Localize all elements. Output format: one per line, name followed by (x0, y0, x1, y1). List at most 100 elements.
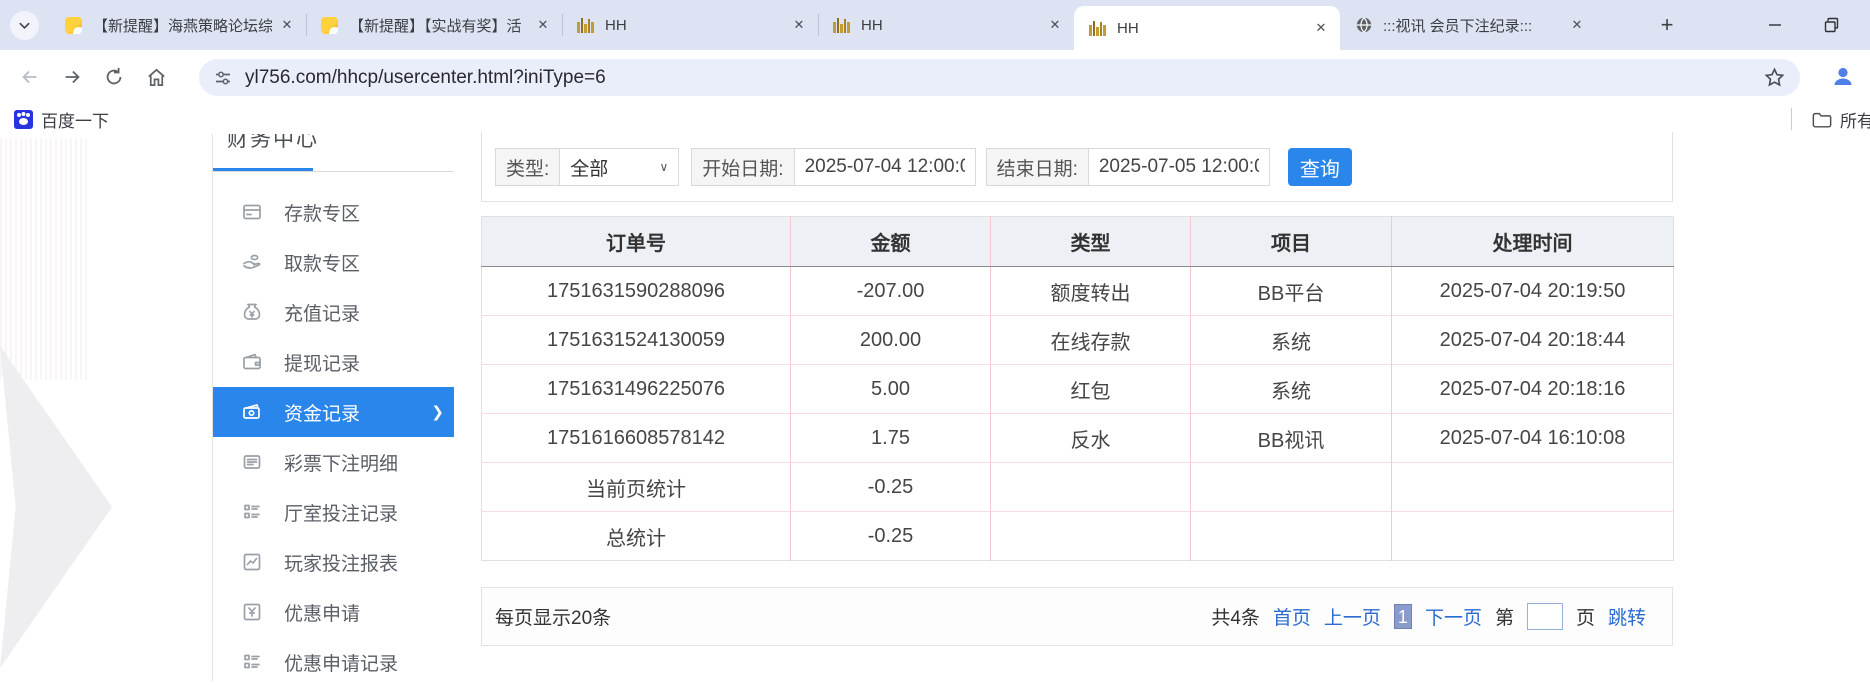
browser-tab[interactable]: HH✕ (562, 0, 818, 50)
sidebar-item-label: 厅室投注记录 (284, 499, 398, 526)
tab-strip: 【新提醒】海燕策略论坛综✕【新提醒】【实战有奖】活✕HH✕HH✕HH✕:::视讯… (50, 0, 1596, 50)
forward-button[interactable] (58, 63, 86, 91)
tab-title: HH (861, 17, 1040, 34)
table-cell (991, 512, 1191, 561)
table-cell: 系统 (1191, 365, 1392, 414)
jump-link[interactable]: 跳转 (1608, 603, 1646, 630)
sidebar-item[interactable]: 取款专区 (213, 237, 454, 287)
start-date-label: 开始日期: (691, 148, 794, 186)
forum-favicon (64, 16, 83, 35)
tab-close-button[interactable]: ✕ (1312, 19, 1330, 37)
bookmarks-bar: 百度一下 所有 (0, 104, 1870, 134)
per-page-label: 每页显示20条 (495, 603, 611, 630)
home-icon (145, 66, 168, 89)
bookmark-label: 百度一下 (41, 107, 109, 132)
table-cell (1392, 512, 1674, 561)
next-page-link[interactable]: 下一页 (1425, 603, 1482, 630)
table-cell: 2025-07-04 20:19:50 (1392, 267, 1674, 316)
hh-favicon (1088, 19, 1107, 38)
page-content: 财务中心 存款专区取款专区充值记录提现记录资金记录❯彩票下注明细厅室投注记录玩家… (0, 134, 1870, 681)
pagination-footer: 每页显示20条 共4条 首页 上一页 1 下一页 第 页 跳转 (481, 587, 1673, 646)
browser-tab[interactable]: 【新提醒】【实战有奖】活✕ (306, 0, 562, 50)
tab-search-button[interactable] (10, 11, 39, 40)
table-cell (1392, 463, 1674, 512)
table-header-cell: 项目 (1191, 217, 1392, 267)
sidebar-item[interactable]: 厅室投注记录 (213, 487, 454, 537)
table-cell: 1.75 (791, 414, 991, 463)
first-page-link[interactable]: 首页 (1273, 603, 1311, 630)
table-cell: 2025-07-04 20:18:44 (1392, 316, 1674, 365)
hh-favicon (576, 16, 595, 35)
pager: 共4条 首页 上一页 1 下一页 第 页 跳转 (1211, 603, 1659, 630)
reload-icon (103, 66, 125, 88)
tab-close-button[interactable]: ✕ (534, 16, 552, 34)
prev-page-link[interactable]: 上一页 (1324, 603, 1381, 630)
table-cell: -0.25 (791, 463, 991, 512)
window-minimize-button[interactable] (1758, 8, 1792, 42)
table-cell: 5.00 (791, 365, 991, 414)
end-date-input[interactable] (1088, 148, 1270, 186)
table-row: 当前页统计-0.25 (482, 463, 1674, 512)
table-cell: 200.00 (791, 316, 991, 365)
start-date-input[interactable] (794, 148, 976, 186)
moneybag-icon (241, 301, 263, 323)
sidebar-item[interactable]: 优惠申请记录 (213, 637, 454, 687)
sidebar-item-label: 优惠申请记录 (284, 649, 398, 676)
all-bookmarks-button[interactable]: 所有 (1812, 107, 1870, 132)
coupon-icon (241, 601, 263, 623)
tab-close-button[interactable]: ✕ (278, 16, 296, 34)
sidebar-item[interactable]: 玩家投注报表 (213, 537, 454, 587)
sidebar-item-label: 资金记录 (284, 399, 360, 426)
table-cell (991, 463, 1191, 512)
sidebar-item[interactable]: 提现记录 (213, 337, 454, 387)
table-header-cell: 类型 (991, 217, 1191, 267)
total-count-label: 共4条 (1211, 603, 1260, 630)
globe-favicon (1354, 16, 1373, 35)
table-header-row: 订单号金额类型项目处理时间 (482, 217, 1674, 267)
sidebar-item-label: 提现记录 (284, 349, 360, 376)
table-cell: 在线存款 (991, 316, 1191, 365)
page-jump-suffix: 页 (1576, 603, 1595, 630)
address-bar[interactable]: yl756.com/hhcp/usercenter.html?iniType=6 (199, 59, 1800, 96)
sidebar-item[interactable]: 存款专区 (213, 187, 454, 237)
bookmark-star-icon[interactable] (1763, 66, 1786, 89)
profile-avatar[interactable] (1828, 62, 1858, 92)
reload-button[interactable] (100, 63, 128, 91)
table-row: 17516314962250765.00红包系统2025-07-04 20:18… (482, 365, 1674, 414)
bookmark-baidu[interactable]: 百度一下 (14, 107, 109, 132)
table-row: 1751631590288096-207.00额度转出BB平台2025-07-0… (482, 267, 1674, 316)
table-cell: 1751631496225076 (482, 365, 791, 414)
back-button[interactable] (16, 63, 44, 91)
search-button[interactable]: 查询 (1288, 148, 1352, 186)
background-texture (0, 138, 88, 380)
forward-arrow-icon (61, 66, 83, 88)
tab-close-button[interactable]: ✕ (1046, 16, 1064, 34)
tab-title: 【新提醒】海燕策略论坛综 (93, 15, 272, 36)
browser-tab[interactable]: :::视讯 会员下注纪录:::✕ (1340, 0, 1596, 50)
current-page-indicator: 1 (1394, 604, 1412, 629)
table-cell: 当前页统计 (482, 463, 791, 512)
browser-toolbar: yl756.com/hhcp/usercenter.html?iniType=6 (0, 50, 1870, 104)
browser-tab[interactable]: HH ✕ (818, 0, 1074, 50)
window-maximize-button[interactable] (1814, 8, 1848, 42)
table-cell: -207.00 (791, 267, 991, 316)
sidebar-item[interactable]: 资金记录❯ (213, 387, 454, 437)
tab-close-button[interactable]: ✕ (790, 16, 808, 34)
home-button[interactable] (142, 63, 170, 91)
wallet-icon (241, 351, 263, 373)
new-tab-button[interactable]: + (1652, 10, 1682, 40)
sidebar-item[interactable]: 彩票下注明细 (213, 437, 454, 487)
browser-tab-bar: 【新提醒】海燕策略论坛综✕【新提醒】【实战有奖】活✕HH✕HH✕HH✕:::视讯… (0, 0, 1870, 50)
browser-tab[interactable]: 【新提醒】海燕策略论坛综 ✕ (50, 0, 306, 50)
browser-tab[interactable]: HH✕ (1074, 6, 1340, 50)
sidebar-item[interactable]: 优惠申请 (213, 587, 454, 637)
background-watermark-triangle (0, 346, 112, 668)
sidebar-item[interactable]: 充值记录 (213, 287, 454, 337)
tab-close-button[interactable]: ✕ (1568, 16, 1586, 34)
page-jump-input[interactable] (1527, 603, 1563, 630)
type-select[interactable]: 全部 ∨ (559, 148, 679, 186)
table-cell (1191, 512, 1392, 561)
restore-icon (1823, 17, 1840, 34)
folder-icon (1812, 111, 1832, 129)
list-doc-icon (241, 451, 263, 473)
